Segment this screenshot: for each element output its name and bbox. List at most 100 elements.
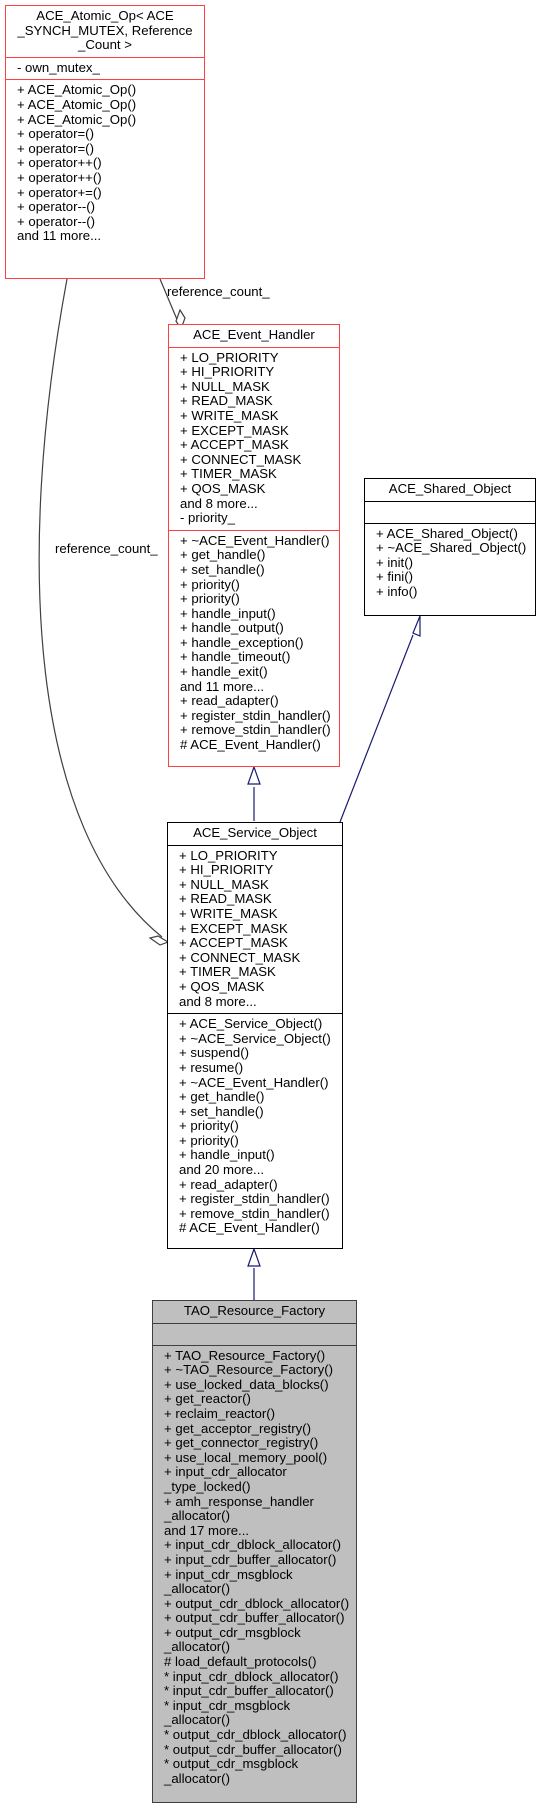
method-item[interactable]: + handle_exception() [180,635,333,651]
method-item[interactable]: * output_cdr_dblock_allocator() [164,1727,350,1743]
method-item[interactable]: + ACE_Atomic_Op() [17,97,198,113]
method-item[interactable]: + info() [376,584,529,600]
method-item[interactable]: + ~ACE_Event_Handler() [180,533,333,549]
method-item[interactable]: + get_handle() [180,548,333,563]
method-item[interactable]: _allocator() [164,1509,350,1524]
method-item[interactable]: _allocator() [164,1640,350,1655]
method-item[interactable]: + use_locked_data_blocks() [164,1377,350,1393]
method-item[interactable]: + suspend() [179,1046,336,1061]
class-name-line[interactable]: _Count > [10,38,200,53]
method-item[interactable]: + ACE_Atomic_Op() [17,83,198,98]
method-item[interactable]: + output_cdr_msgblock [164,1625,350,1641]
method-item[interactable]: + input_cdr_msgblock [164,1567,350,1583]
method-item[interactable]: # ACE_Event_Handler() [179,1221,336,1236]
attribute-item[interactable]: + NULL_MASK [179,877,336,893]
method-item[interactable]: + priority() [180,577,333,593]
method-item[interactable]: + input_cdr_buffer_allocator() [164,1552,350,1568]
attribute-item[interactable]: + QOS_MASK [179,979,336,995]
method-item[interactable]: + register_stdin_handler() [180,708,333,724]
attribute-item[interactable]: + EXCEPT_MASK [179,921,336,937]
method-item[interactable]: + read_adapter() [179,1177,336,1193]
method-item[interactable]: + operator--() [17,214,198,230]
method-item[interactable]: + get_handle() [179,1089,336,1105]
attribute-item[interactable]: + ACCEPT_MASK [180,438,333,453]
method-item[interactable]: + fini() [376,570,529,585]
method-item[interactable]: + priority() [179,1119,336,1134]
method-item[interactable]: + operator--() [17,200,198,215]
method-item[interactable]: + ~TAO_Resource_Factory() [164,1363,350,1378]
method-item[interactable]: + priority() [180,591,333,607]
method-item[interactable]: + reclaim_reactor() [164,1406,350,1422]
method-item[interactable]: + register_stdin_handler() [179,1192,336,1207]
attribute-item[interactable]: + QOS_MASK [180,481,333,497]
method-item[interactable]: _type_locked() [164,1479,350,1495]
attribute-item[interactable]: + EXCEPT_MASK [180,423,333,439]
attribute-item[interactable]: and 8 more... [180,496,333,512]
attribute-item[interactable]: + WRITE_MASK [179,906,336,922]
attribute-item[interactable]: and 8 more... [179,994,336,1010]
method-item[interactable]: + output_cdr_dblock_allocator() [164,1596,350,1612]
method-item[interactable]: and 20 more... [179,1162,336,1178]
method-item[interactable]: + operator++() [17,156,198,171]
attribute-item[interactable]: - own_mutex_ [17,60,198,76]
attribute-item[interactable]: + HI_PRIORITY [179,863,336,878]
method-item[interactable]: + init() [376,555,529,571]
method-item[interactable]: + operator=() [17,141,198,157]
class-name-line[interactable]: ACE_Shared_Object [369,481,531,497]
method-item[interactable]: * input_cdr_buffer_allocator() [164,1684,350,1699]
attribute-item[interactable]: + TIMER_MASK [179,965,336,980]
class-ace-service-object[interactable]: ACE_Service_Object + LO_PRIORITY + HI_PRI… [167,822,343,1249]
method-item[interactable]: + remove_stdin_handler() [179,1206,336,1222]
method-item[interactable]: + read_adapter() [180,694,333,709]
method-item[interactable]: + ACE_Atomic_Op() [17,112,198,128]
attribute-item[interactable]: + CONNECT_MASK [180,452,333,468]
class-ace-atomic-op[interactable]: ACE_Atomic_Op< ACE _SYNCH_MUTEX, Referenc… [5,5,205,279]
method-item[interactable]: + input_cdr_allocator [164,1465,350,1480]
class-tao-resource-factory[interactable]: TAO_Resource_Factory + TAO_Resource_Fact… [152,1300,357,1803]
method-item[interactable]: and 11 more... [17,229,198,244]
method-item[interactable]: + ACE_Service_Object() [179,1017,336,1032]
attribute-item[interactable]: + ACCEPT_MASK [179,936,336,951]
method-item[interactable]: # ACE_Event_Handler() [180,737,333,753]
method-item[interactable]: _allocator() [164,1771,350,1787]
method-item[interactable]: + operator=() [17,127,198,142]
attribute-item[interactable]: + HI_PRIORITY [180,365,333,380]
method-item[interactable]: + get_reactor() [164,1392,350,1407]
method-item[interactable]: + remove_stdin_handler() [180,723,333,738]
method-item[interactable]: _allocator() [164,1581,350,1597]
attribute-item[interactable]: + LO_PRIORITY [179,848,336,864]
attribute-item[interactable]: + LO_PRIORITY [180,350,333,366]
attribute-item[interactable]: - priority_ [180,511,333,526]
class-name-line[interactable]: _SYNCH_MUTEX, Reference [10,23,200,39]
method-item[interactable]: + operator+=() [17,185,198,201]
method-item[interactable]: + set_handle() [179,1104,336,1120]
class-name-line[interactable]: ACE_Atomic_Op< ACE [10,8,200,24]
method-item[interactable]: * output_cdr_msgblock [164,1757,350,1772]
method-item[interactable]: + get_connector_registry() [164,1436,350,1451]
method-item[interactable]: and 17 more... [164,1523,350,1539]
method-item[interactable]: _allocator() [164,1713,350,1728]
method-item[interactable]: + handle_exit() [180,664,333,680]
method-item[interactable]: + handle_timeout() [180,650,333,665]
class-ace-shared-object[interactable]: ACE_Shared_Object + ACE_Shared_Object() +… [364,478,536,616]
class-name-line[interactable]: ACE_Service_Object [172,825,338,841]
attribute-item[interactable]: + NULL_MASK [180,379,333,395]
method-item[interactable]: * input_cdr_msgblock [164,1698,350,1714]
class-name-line[interactable]: ACE_Event_Handler [173,327,335,343]
method-item[interactable]: + amh_response_handler [164,1494,350,1510]
method-item[interactable]: + handle_output() [180,621,333,636]
method-item[interactable]: + ACE_Shared_Object() [376,526,529,542]
class-ace-event-handler[interactable]: ACE_Event_Handler + LO_PRIORITY + HI_PRIO… [168,324,340,767]
method-item[interactable]: + use_local_memory_pool() [164,1450,350,1466]
method-item[interactable]: * input_cdr_dblock_allocator() [164,1669,350,1685]
method-item[interactable]: + input_cdr_dblock_allocator() [164,1538,350,1553]
method-item[interactable]: * output_cdr_buffer_allocator() [164,1742,350,1758]
method-item[interactable]: + TAO_Resource_Factory() [164,1348,350,1364]
method-item[interactable]: + priority() [179,1133,336,1149]
method-item[interactable]: + ~ACE_Service_Object() [179,1031,336,1047]
method-item[interactable]: + get_acceptor_registry() [164,1421,350,1437]
method-item[interactable]: + ~ACE_Shared_Object() [376,541,529,556]
method-item[interactable]: + resume() [179,1060,336,1076]
class-name-line[interactable]: TAO_Resource_Factory [157,1303,352,1319]
method-item[interactable]: + handle_input() [179,1148,336,1163]
